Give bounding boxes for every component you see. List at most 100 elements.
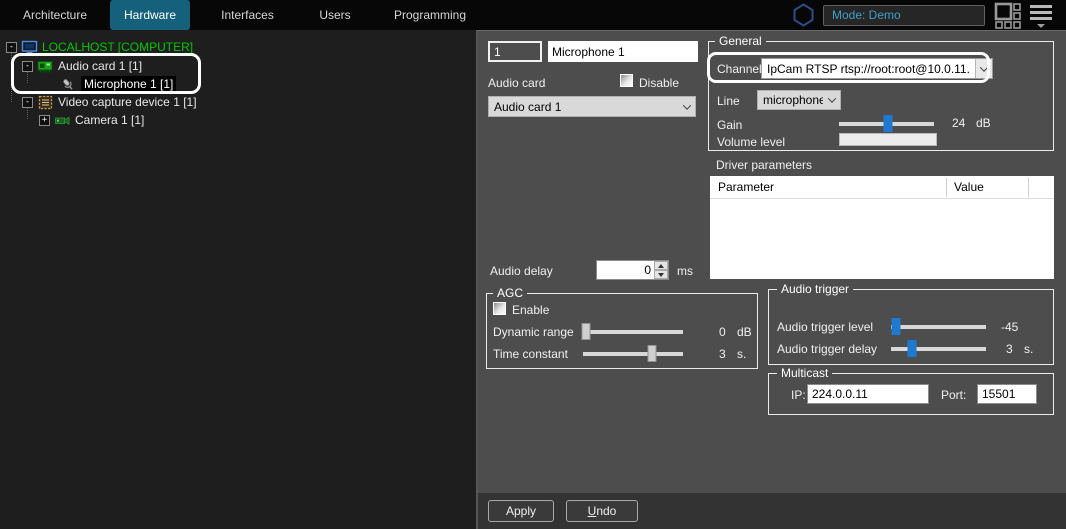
spin-up-icon[interactable] [654,261,668,270]
dynamic-range-slider[interactable] [583,330,683,334]
audio-trigger-level-thumb[interactable] [891,318,900,335]
tab-label: Interfaces [221,8,274,22]
camera-icon [54,113,71,128]
agc-group: AGC Enable Dynamic range 0 dB Time const… [486,293,758,369]
time-constant-unit: s. [737,347,746,361]
tab-programming[interactable]: Programming [365,0,495,30]
object-name-field[interactable] [548,41,698,62]
tab-users[interactable]: Users [305,0,365,30]
time-constant-slider[interactable] [583,352,683,356]
tree-connector [11,50,12,102]
tree-item-label: Audio card 1 [1] [58,59,142,73]
tree-item-microphone[interactable]: Microphone 1 [1] [60,75,176,93]
volume-level-bar [839,133,937,146]
audio-trigger-delay-slider[interactable] [891,347,986,351]
dynamic-range-label: Dynamic range [493,325,574,339]
audio-delay-spinner[interactable]: 0 [596,260,669,280]
general-group-title: General [715,34,766,48]
computer-icon [21,40,38,55]
tree-expander[interactable]: - [6,42,17,53]
topbar-right-controls [793,0,1066,30]
apply-button[interactable]: Apply [488,500,554,522]
undo-button[interactable]: Undo [566,500,638,522]
multicast-port-field[interactable] [977,384,1037,404]
audio-trigger-delay-thumb[interactable] [907,340,916,357]
audio-card-label: Audio card [488,76,545,90]
chevron-down-icon [823,91,840,109]
tab-label: Architecture [23,8,87,22]
tree-expander[interactable]: - [22,97,33,108]
audio-card-select-value: Audio card 1 [489,100,678,114]
multicast-ip-field[interactable] [807,384,929,404]
gain-slider-thumb[interactable] [884,115,893,132]
line-select[interactable]: microphone [757,90,841,110]
tree-expander[interactable]: + [39,115,50,126]
tree-item-camera[interactable]: + Camera 1 [1] [39,111,144,129]
tree-expander[interactable]: - [22,61,33,72]
tree-item-label: Video capture device 1 [1] [58,95,197,109]
line-select-value: microphone [758,93,823,107]
multicast-group: Multicast IP: Port: [768,373,1054,415]
line-label: Line [717,94,740,108]
multicast-ip-label: IP: [791,388,806,402]
channel-select-value: IpCam RTSP rtsp://root:root@10.0.11. [762,62,975,76]
gain-label: Gain [717,118,742,132]
object-id-field[interactable] [488,41,542,62]
time-constant-value: 3 [719,347,726,361]
driver-parameters-table[interactable]: Parameter Value [710,176,1054,279]
audio-trigger-delay-value: 3 [1006,342,1013,356]
audio-trigger-level-value: -45 [1001,320,1018,334]
audio-trigger-group: Audio trigger Audio trigger level -45 Au… [768,289,1054,365]
spinner-buttons [654,261,668,279]
tree-item-localhost[interactable]: - LOCALHOST [COMPUTER] [6,38,193,56]
hardware-tree-panel: - LOCALHOST [COMPUTER] - [0,30,478,529]
time-constant-label: Time constant [493,347,568,361]
column-parameter: Parameter [718,180,774,194]
multicast-port-label: Port: [941,388,966,402]
tree-item-video-capture[interactable]: - Video capture device 1 [1] [22,93,197,111]
mode-field[interactable] [823,5,985,26]
column-divider[interactable] [946,178,947,197]
layout-grid-icon[interactable] [994,2,1021,29]
undo-button-accel: U [588,504,597,518]
table-header: Parameter Value [710,176,1054,199]
agc-enable-checkbox[interactable] [493,302,506,315]
tab-hardware[interactable]: Hardware [110,0,190,30]
column-divider[interactable] [1028,178,1029,197]
spin-down-icon[interactable] [654,270,668,279]
dynamic-range-unit: dB [737,325,752,339]
time-constant-slider-thumb[interactable] [648,345,657,362]
dynamic-range-value: 0 [719,325,726,339]
audio-card-icon [37,59,54,74]
gain-slider[interactable] [839,122,934,126]
audio-card-select[interactable]: Audio card 1 [488,96,696,117]
channel-select[interactable]: IpCam RTSP rtsp://root:root@10.0.11. [761,58,993,79]
footer-bar: Apply Undo [478,493,1066,529]
tab-label: Programming [394,8,466,22]
audio-trigger-level-slider[interactable] [891,325,986,329]
tab-architecture[interactable]: Architecture [0,0,110,30]
agc-group-title: AGC [493,286,527,300]
agc-enable-label: Enable [512,303,549,317]
column-value: Value [954,180,984,194]
tree-item-audio-card[interactable]: - Audio card 1 [1] [22,57,142,75]
dynamic-range-slider-thumb[interactable] [582,323,591,340]
driver-parameters-label: Driver parameters [716,158,812,172]
audio-delay-label: Audio delay [490,264,553,278]
tab-label: Users [319,8,350,22]
hamburger-menu-icon[interactable] [1030,2,1052,28]
channel-label: Channel [717,62,762,76]
tab-interfaces[interactable]: Interfaces [190,0,305,30]
video-capture-icon [37,95,54,110]
audio-delay-unit: ms [677,264,693,278]
audio-delay-value: 0 [597,261,654,279]
tree-item-label: LOCALHOST [COMPUTER] [42,40,193,54]
audio-trigger-level-label: Audio trigger level [777,320,873,334]
multicast-group-title: Multicast [777,366,832,380]
top-menu-bar: Architecture Hardware Interfaces Users P… [0,0,1066,30]
undo-button-label: ndo [596,504,616,518]
chevron-down-icon [678,97,695,116]
hexagon-logo-icon [793,3,814,27]
tree-item-label: Camera 1 [1] [75,113,144,127]
disable-checkbox[interactable] [620,74,633,87]
